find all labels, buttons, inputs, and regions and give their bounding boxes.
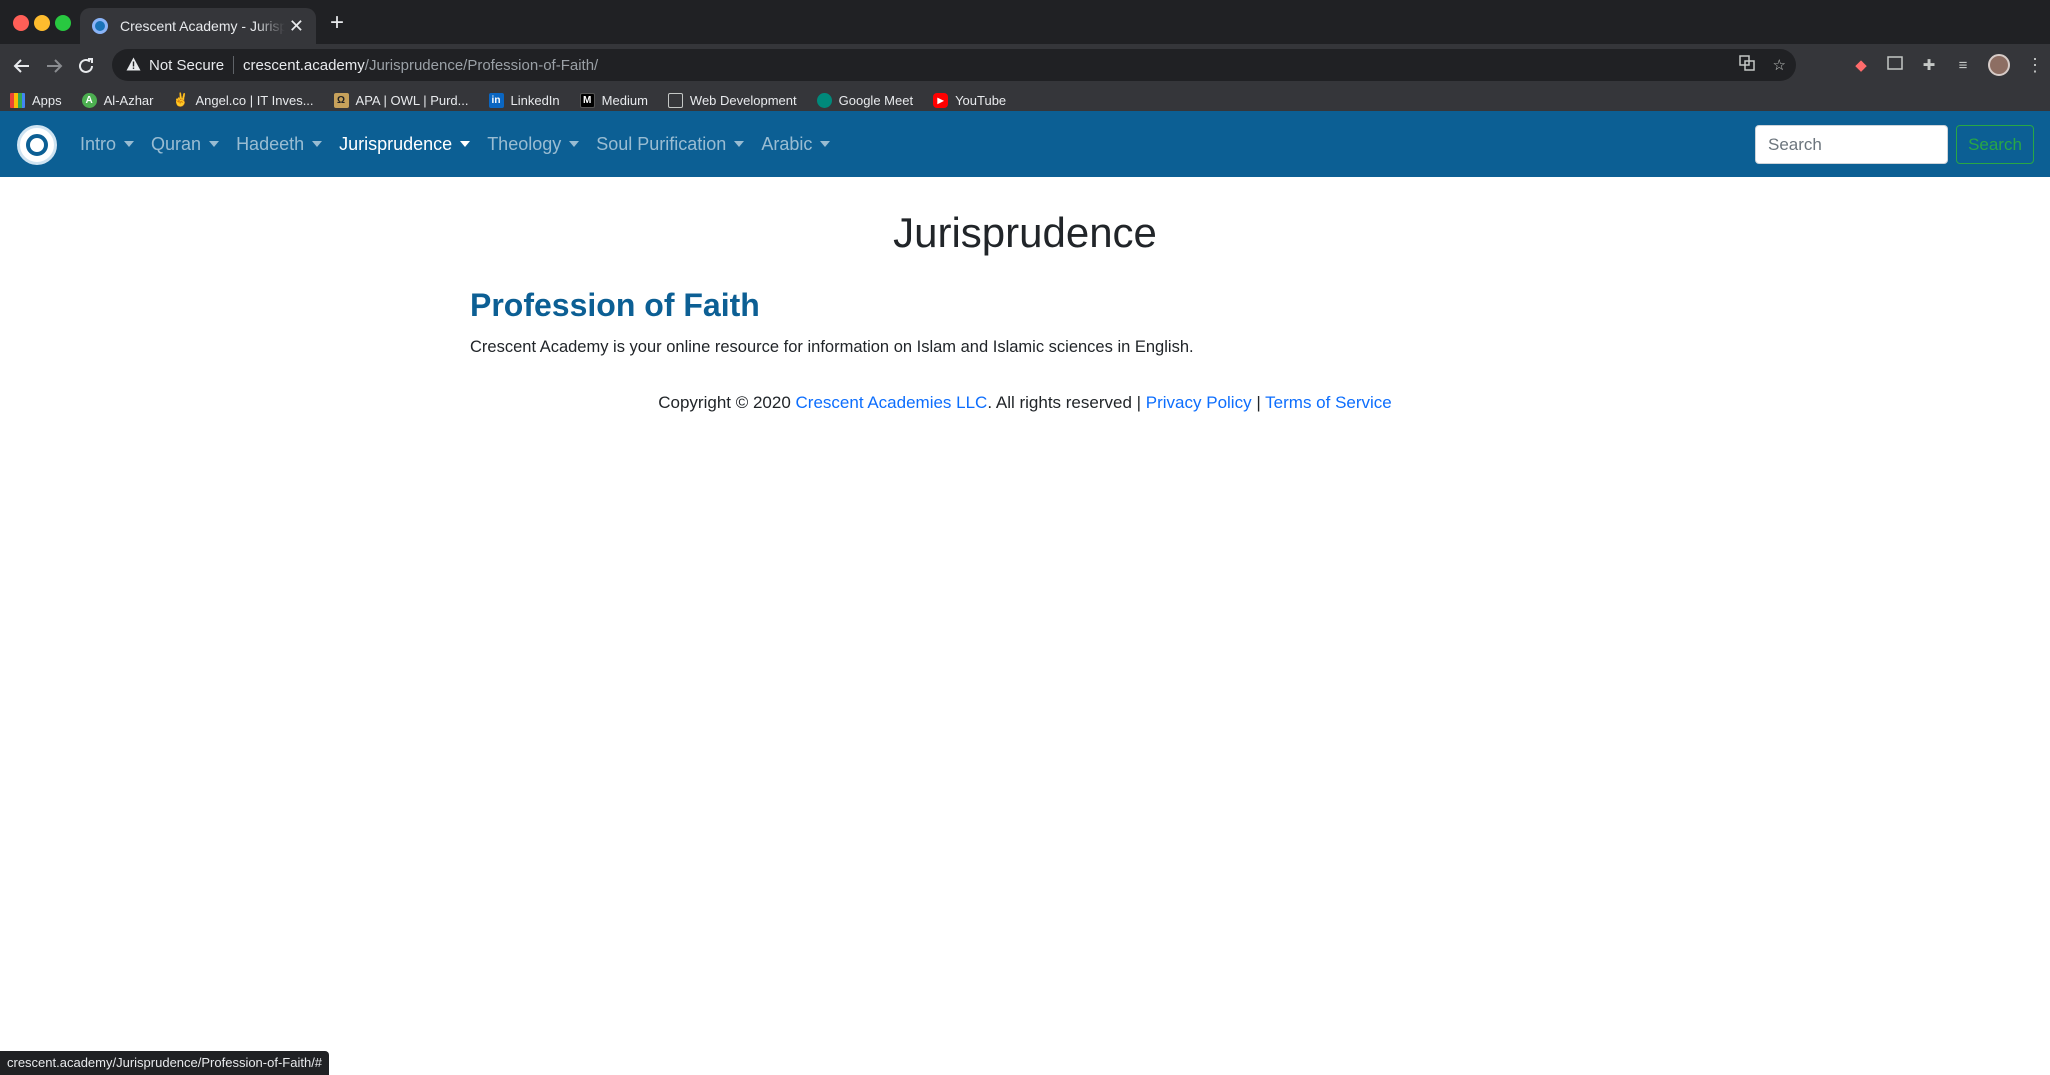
- nav-item-label: Jurisprudence: [339, 133, 453, 154]
- window-close-button[interactable]: [13, 15, 29, 31]
- bookmark-label: Apps: [32, 92, 62, 108]
- browser-toolbar: Not Secure crescent.academy /Jurispruden…: [0, 44, 2050, 120]
- nav-item-intro[interactable]: Intro: [80, 133, 135, 155]
- copyright-text: Copyright © 2020: [658, 393, 791, 412]
- back-button[interactable]: [6, 50, 38, 82]
- warning-icon: [126, 57, 141, 74]
- bookmark-apps[interactable]: Apps: [10, 92, 62, 108]
- nav-item-label: Intro: [80, 133, 117, 154]
- window-maximize-button[interactable]: [55, 15, 71, 31]
- arrow-left-icon: [13, 59, 29, 73]
- forward-button[interactable]: [38, 50, 70, 82]
- bookmark-medium[interactable]: M Medium: [579, 92, 648, 108]
- folder-icon: [667, 92, 683, 108]
- window-minimize-button[interactable]: [34, 15, 50, 31]
- angel-icon: ✌: [172, 92, 190, 107]
- browser-tab-active[interactable]: Crescent Academy - Jurisprudence ✕: [80, 8, 316, 44]
- extension-red-icon[interactable]: ◆: [1852, 56, 1870, 74]
- bookmark-label: Medium: [601, 92, 648, 108]
- kebab-menu-icon[interactable]: ⋮: [2026, 55, 2044, 76]
- tab-close-icon[interactable]: ✕: [289, 17, 304, 35]
- al-azhar-icon: A: [81, 92, 97, 108]
- terms-of-service-link[interactable]: Terms of Service: [1265, 393, 1392, 412]
- nav-item-jurisprudence[interactable]: Jurisprudence: [339, 133, 471, 155]
- bookmark-label: Google Meet: [838, 92, 914, 108]
- favicon-icon: [92, 18, 108, 34]
- nav-item-soul-purification[interactable]: Soul Purification: [596, 133, 745, 155]
- tab-title: Crescent Academy - Jurisprudence: [120, 18, 285, 34]
- browser-title-bar: Crescent Academy - Jurisprudence ✕ +: [0, 0, 2050, 44]
- medium-icon: M: [579, 92, 595, 108]
- arrow-right-icon: [47, 59, 63, 73]
- caret-down-icon: [460, 141, 471, 147]
- nav-item-label: Hadeeth: [236, 133, 305, 154]
- address-bar[interactable]: Not Secure crescent.academy /Jurispruden…: [112, 49, 1796, 81]
- reload-icon: [79, 58, 93, 73]
- bookmark-label: LinkedIn: [510, 92, 560, 108]
- url-path: /Jurisprudence/Profession-of-Faith/: [364, 56, 599, 74]
- bookmark-angel[interactable]: ✌ Angel.co | IT Inves...: [172, 92, 314, 108]
- status-bar-url: crescent.academy/Jurisprudence/Professio…: [0, 1051, 330, 1075]
- site-logo[interactable]: [17, 125, 57, 165]
- bookmark-apa-owl[interactable]: Ω APA | OWL | Purd...: [333, 92, 469, 108]
- bookmark-al-azhar[interactable]: A Al-Azhar: [81, 92, 154, 108]
- extensions-puzzle-icon[interactable]: ✚: [1920, 56, 1938, 74]
- bookmark-label: APA | OWL | Purd...: [355, 92, 469, 108]
- extension-ob-icon[interactable]: [1886, 56, 1904, 74]
- extensions-area: ◆ ✚ ≡ ⋮: [1852, 52, 2044, 78]
- company-link[interactable]: Crescent Academies LLC: [796, 393, 988, 412]
- reading-list-icon[interactable]: ≡: [1954, 57, 1972, 74]
- linkedin-icon: in: [488, 92, 504, 108]
- nav-item-label: Soul Purification: [596, 133, 727, 154]
- nav-item-hadeeth[interactable]: Hadeeth: [236, 133, 323, 155]
- rights-text: . All rights reserved |: [987, 393, 1142, 412]
- nav-item-quran[interactable]: Quran: [151, 133, 220, 155]
- caret-down-icon: [569, 141, 580, 147]
- profile-avatar[interactable]: [1988, 54, 2010, 76]
- nav-item-label: Theology: [487, 133, 562, 154]
- page-title: Jurisprudence: [893, 209, 1157, 256]
- translate-icon[interactable]: [1738, 55, 1755, 75]
- bookmark-label: Angel.co | IT Inves...: [195, 92, 314, 108]
- bookmark-label: Al-Azhar: [103, 92, 154, 108]
- caret-down-icon: [124, 141, 135, 147]
- caret-down-icon: [312, 141, 323, 147]
- new-tab-button[interactable]: +: [330, 11, 344, 35]
- search-button[interactable]: Search: [1956, 125, 2034, 164]
- bookmark-youtube[interactable]: ▶ YouTube: [933, 92, 1007, 108]
- address-bar-actions: ☆: [1738, 49, 1786, 81]
- owl-icon: Ω: [333, 92, 349, 108]
- google-meet-icon: [816, 92, 832, 108]
- bookmark-folder-web-development[interactable]: Web Development: [667, 92, 797, 108]
- url-host: crescent.academy: [243, 56, 365, 74]
- nav-menu: Intro Quran Hadeeth Jurisprudence Theolo…: [80, 111, 847, 177]
- bookmark-google-meet[interactable]: Google Meet: [816, 92, 914, 108]
- logo-mark-icon: [26, 134, 48, 156]
- bookmark-label: YouTube: [955, 92, 1007, 108]
- bookmark-linkedin[interactable]: in LinkedIn: [488, 92, 560, 108]
- article-body: Crescent Academy is your online resource…: [470, 338, 1194, 356]
- article-title: Profession of Faith: [470, 287, 760, 323]
- bookmark-star-icon[interactable]: ☆: [1773, 56, 1786, 74]
- caret-down-icon: [209, 141, 220, 147]
- nav-item-label: Arabic: [761, 133, 813, 154]
- apps-grid-icon: [10, 92, 25, 108]
- youtube-icon: ▶: [933, 92, 949, 108]
- footer: Copyright © 2020 Crescent Academies LLC.…: [0, 393, 2050, 413]
- security-label[interactable]: Not Secure: [149, 57, 224, 74]
- search-input[interactable]: [1755, 125, 1948, 164]
- privacy-policy-link[interactable]: Privacy Policy: [1146, 393, 1252, 412]
- footer-separator: |: [1256, 393, 1261, 412]
- nav-item-arabic[interactable]: Arabic: [761, 133, 831, 155]
- caret-down-icon: [820, 141, 831, 147]
- caret-down-icon: [734, 141, 745, 147]
- site-navbar: Intro Quran Hadeeth Jurisprudence Theolo…: [0, 111, 2050, 177]
- nav-item-theology[interactable]: Theology: [487, 133, 580, 155]
- bookmark-label: Web Development: [689, 92, 797, 108]
- reload-button[interactable]: [70, 50, 102, 82]
- divider: [233, 56, 235, 74]
- nav-item-label: Quran: [151, 133, 202, 154]
